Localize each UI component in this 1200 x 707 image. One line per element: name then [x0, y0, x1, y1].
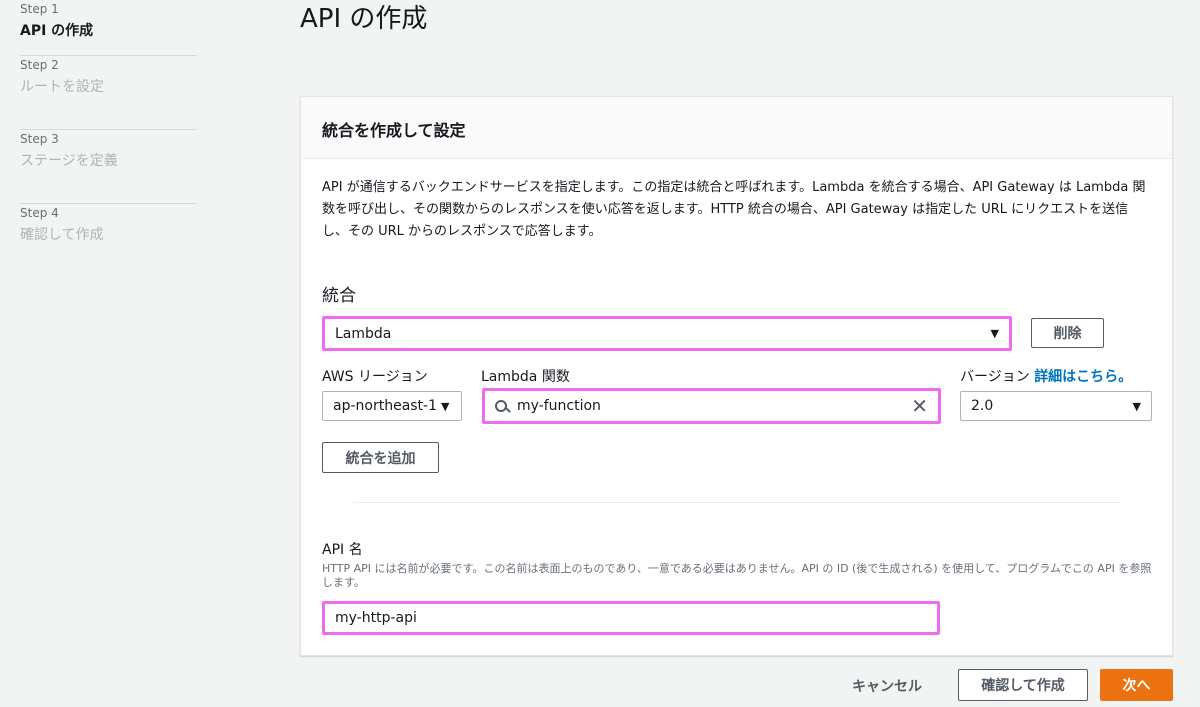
clear-icon[interactable]: ✕	[911, 396, 928, 416]
panel-header: 統合を作成して設定	[301, 97, 1172, 159]
next-button[interactable]: 次へ	[1100, 669, 1173, 701]
api-name-value: my-http-api	[335, 610, 417, 626]
section-divider	[353, 502, 1120, 503]
step-title: API の作成	[20, 23, 94, 39]
version-select[interactable]: 2.0 ▼	[960, 391, 1152, 421]
search-icon	[495, 400, 507, 412]
step-2[interactable]: Step 2 ルートを設定	[20, 56, 197, 130]
function-label: Lambda 関数	[481, 369, 570, 385]
step-number: Step 1	[20, 2, 59, 16]
integration-label: 統合	[322, 286, 356, 306]
step-number: Step 3	[20, 132, 59, 146]
caret-down-icon: ▼	[441, 399, 450, 413]
details-link[interactable]: 詳細はこちら。	[1034, 369, 1132, 385]
api-name-input[interactable]: my-http-api	[322, 601, 940, 635]
step-title: ステージを定義	[20, 153, 118, 169]
api-name-label: API 名	[322, 542, 363, 558]
caret-down-icon: ▼	[1132, 399, 1141, 413]
version-label-row: バージョン 詳細はこちら。	[960, 366, 1132, 386]
region-label: AWS リージョン	[322, 369, 428, 385]
step-4[interactable]: Step 4 確認して作成	[20, 204, 197, 278]
page-title: API の作成	[300, 4, 428, 34]
step-1: Step 1 API の作成	[20, 0, 197, 56]
integration-type-select[interactable]: Lambda ▼	[322, 316, 1012, 351]
version-label: バージョン	[960, 369, 1030, 385]
step-title: 確認して作成	[20, 227, 104, 243]
caret-down-icon: ▼	[990, 327, 999, 340]
step-title: ルートを設定	[20, 79, 104, 95]
step-number: Step 2	[20, 58, 59, 72]
region-select[interactable]: ap-northeast-1 ▼	[322, 391, 462, 421]
integration-type-value: Lambda	[335, 325, 392, 342]
review-create-button[interactable]: 確認して作成	[958, 669, 1088, 701]
cancel-button[interactable]: キャンセル	[852, 676, 922, 696]
lambda-function-value: my-function	[517, 398, 601, 414]
lambda-function-search[interactable]: my-function ✕	[482, 388, 941, 424]
integration-panel: 統合を作成して設定 API が通信するバックエンドサービスを指定します。この指定…	[300, 96, 1173, 656]
version-value: 2.0	[971, 398, 994, 414]
wizard-steps: Step 1 API の作成 Step 2 ルートを設定 Step 3 ステージ…	[20, 0, 197, 278]
add-integration-button[interactable]: 統合を追加	[322, 442, 439, 473]
region-value: ap-northeast-1	[333, 398, 438, 414]
panel-description: API が通信するバックエンドサービスを指定します。この指定は統合と呼ばれます。…	[322, 180, 1146, 239]
step-number: Step 4	[20, 206, 59, 220]
delete-button[interactable]: 削除	[1031, 318, 1104, 348]
api-name-help: HTTP API には名前が必要です。この名前は表面上のものであり、一意である必…	[322, 562, 1152, 589]
step-3[interactable]: Step 3 ステージを定義	[20, 130, 197, 204]
